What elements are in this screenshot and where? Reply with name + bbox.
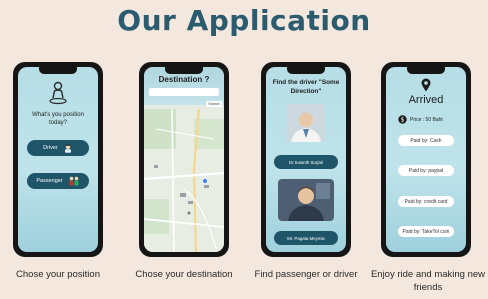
pay-coin-option[interactable]: Paid by: TakeTol coin bbox=[398, 226, 454, 237]
caption-enjoy-line1: Enjoy ride and making new bbox=[370, 269, 486, 280]
phone-notch bbox=[287, 67, 325, 74]
passenger-photo bbox=[278, 179, 334, 221]
phone-notch bbox=[165, 67, 203, 74]
destination-map[interactable] bbox=[144, 109, 224, 252]
caption-enjoy-line2: friends bbox=[413, 282, 443, 293]
phone-position: What's you position today? Driver Passen… bbox=[13, 62, 103, 257]
phone-find-driver: Find the driver "Some Direction" Dr.Sown… bbox=[261, 62, 351, 257]
driver-button[interactable]: Driver bbox=[27, 140, 89, 156]
person-location-icon bbox=[49, 81, 67, 105]
phone-destination: Destination ? Search bbox=[139, 62, 229, 257]
pay-paypal-option[interactable]: Paid by: paypal bbox=[398, 165, 454, 176]
passenger-label: Passenger bbox=[36, 178, 63, 184]
caption-find: Find passenger or driver bbox=[254, 269, 358, 280]
page-title: Our Application bbox=[117, 4, 371, 37]
arrived-title: Arrived bbox=[408, 94, 444, 106]
destination-screen: Destination ? Search bbox=[144, 67, 224, 252]
pay-cash-option[interactable]: Paid by: Cash bbox=[398, 135, 454, 146]
caption-destination: Chose your destination bbox=[135, 269, 233, 280]
passenger-name-pill[interactable]: Mr. Pagata Meymie bbox=[274, 231, 338, 245]
price-text: Price : 50 Baht bbox=[410, 117, 443, 123]
find-driver-screen: Find the driver "Some Direction" Dr.Sown… bbox=[266, 67, 346, 252]
passengers-icon bbox=[69, 176, 79, 186]
caption-position: Chose your position bbox=[16, 269, 100, 280]
phone-notch bbox=[39, 67, 77, 74]
position-question: What's you position today? bbox=[32, 112, 84, 126]
phone-notch bbox=[407, 67, 445, 74]
caption-enjoy: Enjoy ride and making new friends bbox=[368, 268, 488, 294]
svg-text:$: $ bbox=[401, 117, 405, 124]
price-icon: $ bbox=[398, 115, 407, 124]
pay-credit-card-option[interactable]: Paid by: credit card bbox=[398, 196, 454, 207]
location-pin-icon bbox=[421, 78, 431, 92]
position-screen: What's you position today? Driver Passen… bbox=[18, 67, 98, 252]
driver-photo bbox=[287, 104, 325, 142]
driver-icon bbox=[64, 144, 71, 153]
destination-search-input[interactable] bbox=[149, 88, 219, 96]
driver-name: Dr.Sownth Surjati bbox=[289, 159, 323, 165]
driver-label: Driver bbox=[43, 145, 58, 151]
destination-search-button[interactable]: Search bbox=[206, 101, 222, 107]
passenger-name: Mr. Pagata Meymie bbox=[287, 235, 325, 241]
arrived-screen: Arrived $ Price : 50 Baht Paid by: Cash … bbox=[386, 67, 466, 252]
driver-name-pill[interactable]: Dr.Sownth Surjati bbox=[274, 155, 338, 169]
destination-title: Destination ? bbox=[158, 75, 210, 84]
passenger-button[interactable]: Passenger bbox=[27, 173, 89, 189]
phone-arrived: Arrived $ Price : 50 Baht Paid by: Cash … bbox=[381, 62, 471, 257]
find-driver-title: Find the driver "Some Direction" bbox=[272, 79, 340, 95]
